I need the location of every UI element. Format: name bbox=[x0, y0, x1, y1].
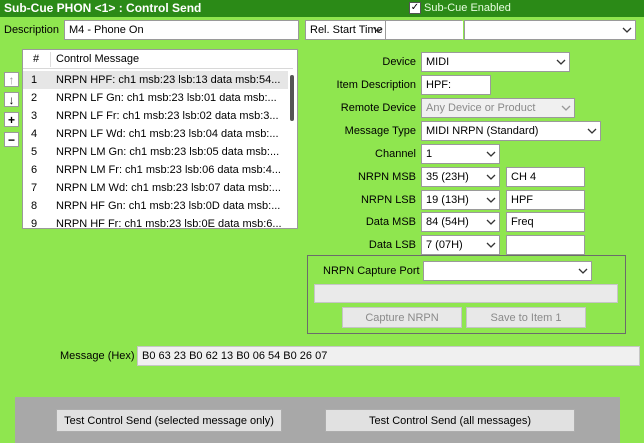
save-to-item-button[interactable]: Save to Item 1 bbox=[466, 307, 586, 328]
data-lsb-select[interactable]: 7 (07H) bbox=[421, 235, 500, 255]
capture-port-label: NRPN Capture Port bbox=[323, 265, 420, 277]
chevron-down-icon bbox=[587, 128, 597, 134]
list-header: # Control Message bbox=[23, 50, 293, 69]
list-item[interactable]: 2 NRPN LF Gn: ch1 msb:23 lsb:01 data msb:… bbox=[23, 89, 288, 107]
list-item-message: NRPN LF Fr: ch1 msb:23 lsb:02 data msb:3… bbox=[56, 110, 279, 122]
chevron-down-icon bbox=[373, 27, 383, 33]
message-hex-label: Message (Hex) bbox=[60, 350, 135, 362]
list-item-number: 1 bbox=[31, 74, 38, 86]
list-item[interactable]: 5 NRPN LM Gn: ch1 msb:23 lsb:05 data msb:… bbox=[23, 143, 288, 161]
item-description-label: Item Description bbox=[336, 79, 416, 91]
timing-mode-value: Rel. Start Time bbox=[310, 24, 383, 36]
channel-label: Channel bbox=[375, 148, 416, 160]
list-item-number: 8 bbox=[31, 200, 38, 212]
test-all-button[interactable]: Test Control Send (all messages) bbox=[325, 409, 575, 432]
capture-status-field bbox=[314, 284, 618, 303]
subcue-enabled-checkbox[interactable]: ✓ bbox=[409, 2, 421, 14]
list-item-number: 9 bbox=[31, 218, 38, 229]
channel-select[interactable]: 1 bbox=[421, 144, 500, 164]
item-description-input[interactable]: HPF: bbox=[421, 75, 491, 95]
column-header-number[interactable]: # bbox=[33, 53, 39, 65]
list-item[interactable]: 9 NRPN HF Fr: ch1 msb:23 lsb:0E data msb:… bbox=[23, 215, 288, 229]
message-type-value: MIDI NRPN (Standard) bbox=[426, 125, 539, 137]
control-message-list[interactable]: # Control Message 1 NRPN HPF: ch1 msb:23 … bbox=[22, 49, 298, 229]
chevron-down-icon bbox=[622, 27, 632, 33]
list-item-number: 4 bbox=[31, 128, 38, 140]
subcue-enabled-label: Sub-Cue Enabled bbox=[424, 2, 511, 14]
list-item-message: NRPN LF Wd: ch1 msb:23 lsb:04 data msb:.… bbox=[56, 128, 279, 140]
timing-extra-select[interactable] bbox=[464, 20, 636, 40]
move-up-button[interactable]: ↑ bbox=[4, 72, 19, 87]
capture-port-select[interactable] bbox=[423, 261, 592, 281]
list-item-message: NRPN LM Wd: ch1 msb:23 lsb:07 data msb:.… bbox=[56, 182, 281, 194]
list-item[interactable]: 4 NRPN LF Wd: ch1 msb:23 lsb:04 data msb:… bbox=[23, 125, 288, 143]
nrpn-msb-select[interactable]: 35 (23H) bbox=[421, 167, 500, 187]
list-item-message: NRPN HF Gn: ch1 msb:23 lsb:0D data msb:.… bbox=[56, 200, 281, 212]
list-item-number: 5 bbox=[31, 146, 38, 158]
device-label: Device bbox=[382, 56, 416, 68]
data-msb-value: 84 (54H) bbox=[426, 216, 469, 228]
nrpn-lsb-select[interactable]: 19 (13H) bbox=[421, 190, 500, 210]
window-title: Sub-Cue PHON <1> : Control Send bbox=[4, 1, 202, 15]
nrpn-lsb-note-input[interactable]: HPF bbox=[506, 190, 585, 210]
nrpn-msb-note-input[interactable]: CH 4 bbox=[506, 167, 585, 187]
capture-nrpn-button[interactable]: Capture NRPN bbox=[342, 307, 462, 328]
column-header-message[interactable]: Control Message bbox=[56, 53, 139, 65]
device-value: MIDI bbox=[426, 56, 450, 68]
list-item-message: NRPN HPF: ch1 msb:23 lsb:13 data msb:54.… bbox=[56, 74, 281, 86]
remote-device-label: Remote Device bbox=[340, 102, 416, 114]
data-lsb-label: Data LSB bbox=[368, 239, 416, 251]
nrpn-lsb-value: 19 (13H) bbox=[426, 194, 469, 206]
message-type-select[interactable]: MIDI NRPN (Standard) bbox=[421, 121, 601, 141]
list-item-message: NRPN LM Gn: ch1 msb:23 lsb:05 data msb:.… bbox=[56, 146, 280, 158]
message-hex-field: B0 63 23 B0 62 13 B0 06 54 B0 26 07 bbox=[137, 346, 640, 366]
chevron-down-icon bbox=[561, 105, 571, 111]
chevron-down-icon bbox=[578, 268, 588, 274]
subcue-enabled-toggle[interactable]: ✓ Sub-Cue Enabled bbox=[409, 2, 511, 14]
list-item-number: 6 bbox=[31, 164, 38, 176]
list-item[interactable]: 3 NRPN LF Fr: ch1 msb:23 lsb:02 data msb:… bbox=[23, 107, 288, 125]
remote-device-value: Any Device or Product bbox=[426, 102, 536, 114]
message-type-label: Message Type bbox=[344, 125, 416, 137]
scrollbar-thumb[interactable] bbox=[290, 75, 294, 121]
nrpn-msb-label: NRPN MSB bbox=[357, 171, 416, 183]
add-message-button[interactable]: + bbox=[4, 112, 19, 127]
data-msb-select[interactable]: 84 (54H) bbox=[421, 212, 500, 232]
data-msb-note-input[interactable]: Freq bbox=[506, 212, 585, 232]
column-divider bbox=[50, 52, 51, 67]
nrpn-msb-value: 35 (23H) bbox=[426, 171, 469, 183]
nrpn-lsb-label: NRPN LSB bbox=[360, 194, 416, 206]
chevron-down-icon bbox=[486, 242, 496, 248]
test-selected-button[interactable]: Test Control Send (selected message only… bbox=[56, 409, 282, 432]
list-item-number: 7 bbox=[31, 182, 38, 194]
data-msb-label: Data MSB bbox=[365, 216, 416, 228]
list-item[interactable]: 1 NRPN HPF: ch1 msb:23 lsb:13 data msb:54… bbox=[23, 71, 288, 89]
timing-value-input[interactable] bbox=[385, 21, 463, 39]
chevron-down-icon bbox=[556, 59, 566, 65]
device-select[interactable]: MIDI bbox=[421, 52, 570, 72]
description-input[interactable]: M4 - Phone On bbox=[64, 20, 299, 40]
list-item[interactable]: 8 NRPN HF Gn: ch1 msb:23 lsb:0D data msb:… bbox=[23, 197, 288, 215]
list-item-message: NRPN LM Fr: ch1 msb:23 lsb:06 data msb:4… bbox=[56, 164, 281, 176]
data-lsb-value: 7 (07H) bbox=[426, 239, 463, 251]
list-item-number: 3 bbox=[31, 110, 38, 122]
chevron-down-icon bbox=[486, 197, 496, 203]
move-down-button[interactable]: ↓ bbox=[4, 92, 19, 107]
list-item-number: 2 bbox=[31, 92, 38, 104]
list-item[interactable]: 6 NRPN LM Fr: ch1 msb:23 lsb:06 data msb:… bbox=[23, 161, 288, 179]
channel-value: 1 bbox=[426, 148, 433, 160]
list-item[interactable]: 7 NRPN LM Wd: ch1 msb:23 lsb:07 data msb:… bbox=[23, 179, 288, 197]
data-lsb-note-input[interactable] bbox=[506, 235, 585, 255]
chevron-down-icon bbox=[486, 174, 496, 180]
chevron-down-icon bbox=[486, 151, 496, 157]
list-item-message: NRPN HF Fr: ch1 msb:23 lsb:0E data msb:6… bbox=[56, 218, 282, 229]
remove-message-button[interactable]: − bbox=[4, 132, 19, 147]
chevron-down-icon bbox=[486, 219, 496, 225]
description-label: Description bbox=[4, 24, 60, 36]
remote-device-select[interactable]: Any Device or Product bbox=[421, 98, 575, 118]
list-scrollbar[interactable] bbox=[288, 71, 296, 227]
list-item-message: NRPN LF Gn: ch1 msb:23 lsb:01 data msb:.… bbox=[56, 92, 277, 104]
